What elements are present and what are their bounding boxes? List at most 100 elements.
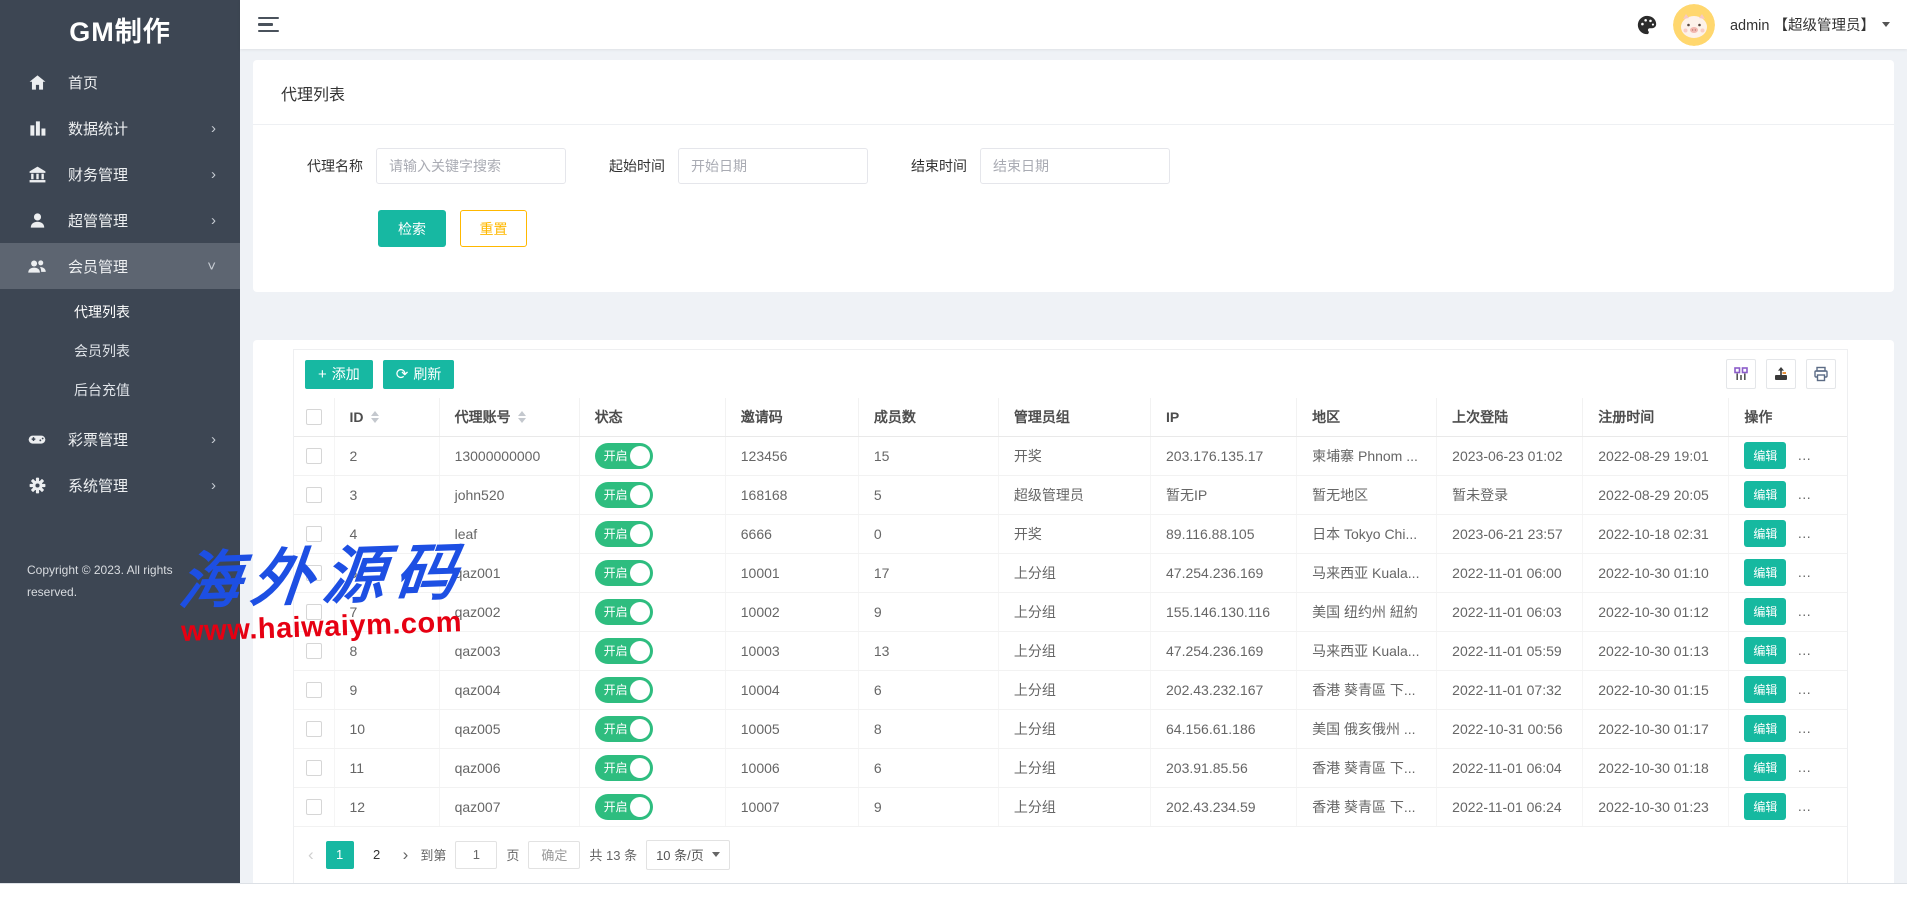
row-checkbox[interactable] [306, 682, 322, 698]
table-row: 4 leaf 开启 6666 0 开奖 89.116.88.105 日本 Tok… [294, 514, 1847, 553]
edit-button[interactable]: 编辑 [1744, 676, 1786, 703]
page-button-2[interactable]: 2 [363, 841, 391, 869]
status-toggle[interactable]: 开启 [595, 443, 653, 469]
delete-button[interactable]: 删除 [1797, 637, 1839, 664]
cell-operations: 编辑 删除 [1729, 436, 1847, 475]
end-date-input[interactable] [980, 148, 1170, 184]
add-button[interactable]: + 添加 [305, 360, 373, 389]
select-all-checkbox[interactable] [306, 409, 322, 425]
status-toggle[interactable]: 开启 [595, 521, 653, 547]
edit-button[interactable]: 编辑 [1744, 754, 1786, 781]
row-checkbox[interactable] [306, 643, 322, 659]
avatar[interactable] [1673, 4, 1715, 46]
page-button-1[interactable]: 1 [326, 841, 354, 869]
row-checkbox[interactable] [306, 799, 322, 815]
edit-button[interactable]: 编辑 [1744, 637, 1786, 664]
cell-last-login: 2022-11-01 05:59 [1437, 631, 1583, 670]
filter-columns-button[interactable] [1726, 359, 1756, 389]
delete-button[interactable]: 删除 [1797, 793, 1839, 820]
row-checkbox[interactable] [306, 721, 322, 737]
sort-icon[interactable] [371, 411, 379, 423]
status-toggle[interactable]: 开启 [595, 560, 653, 586]
goto-page-input[interactable] [455, 841, 497, 869]
cell-ip: 暂无IP [1151, 475, 1297, 514]
status-toggle[interactable]: 开启 [595, 716, 653, 742]
theme-palette-icon[interactable] [1636, 14, 1658, 36]
delete-button[interactable]: 删除 [1797, 598, 1839, 625]
status-toggle[interactable]: 开启 [595, 794, 653, 820]
cell-id: 10 [334, 709, 439, 748]
delete-button[interactable]: 删除 [1797, 559, 1839, 586]
delete-button[interactable]: 删除 [1797, 676, 1839, 703]
edit-button[interactable]: 编辑 [1744, 481, 1786, 508]
row-checkbox[interactable] [306, 448, 322, 464]
cell-area: 马来西亚 Kuala... [1297, 631, 1437, 670]
toggle-knob-icon [630, 446, 650, 466]
cell-area: 香港 葵青區 下... [1297, 670, 1437, 709]
edit-button[interactable]: 编辑 [1744, 793, 1786, 820]
cell-last-login: 2023-06-23 01:02 [1437, 436, 1583, 475]
delete-button[interactable]: 删除 [1797, 481, 1839, 508]
cell-status: 开启 [579, 670, 725, 709]
row-checkbox-cell [294, 670, 334, 709]
cell-operations: 编辑 删除 [1729, 709, 1847, 748]
status-toggle[interactable]: 开启 [595, 755, 653, 781]
chevron-down-icon: ˅ [207, 259, 216, 274]
header-area: 地区 [1297, 398, 1437, 436]
cell-operations: 编辑 删除 [1729, 787, 1847, 826]
refresh-button[interactable]: ⟳ 刷新 [383, 360, 455, 389]
cell-account: qaz002 [439, 592, 579, 631]
next-page-icon[interactable]: › [400, 846, 412, 863]
reset-button[interactable]: 重置 [460, 210, 527, 247]
edit-button[interactable]: 编辑 [1744, 520, 1786, 547]
delete-button[interactable]: 删除 [1797, 442, 1839, 469]
row-checkbox[interactable] [306, 760, 322, 776]
header-members: 成员数 [858, 398, 998, 436]
sidebar-item-members[interactable]: 会员管理 ˅ [0, 243, 240, 289]
status-toggle[interactable]: 开启 [595, 638, 653, 664]
export-button[interactable] [1766, 359, 1796, 389]
row-checkbox[interactable] [306, 526, 322, 542]
cell-status: 开启 [579, 709, 725, 748]
row-checkbox[interactable] [306, 487, 322, 503]
sidebar-item-agent-list[interactable]: 代理列表 [0, 293, 240, 332]
delete-button[interactable]: 删除 [1797, 715, 1839, 742]
sidebar-item-stats[interactable]: 数据统计 › [0, 105, 240, 151]
delete-button[interactable]: 删除 [1797, 520, 1839, 547]
status-toggle[interactable]: 开启 [595, 482, 653, 508]
cell-account: qaz004 [439, 670, 579, 709]
admin-dropdown[interactable]: admin 【超级管理员】 [1730, 14, 1890, 35]
start-date-input[interactable] [678, 148, 868, 184]
print-button[interactable] [1806, 359, 1836, 389]
sidebar-item-member-list[interactable]: 会员列表 [0, 332, 240, 371]
sidebar-item-finance[interactable]: 财务管理 › [0, 151, 240, 197]
delete-button[interactable]: 删除 [1797, 754, 1839, 781]
row-checkbox[interactable] [306, 604, 322, 620]
sidebar-item-label: 系统管理 [68, 475, 128, 496]
sidebar-item-system[interactable]: 系统管理 › [0, 462, 240, 508]
sidebar-item-backend-recharge[interactable]: 后台充值 [0, 371, 240, 410]
sidebar-item-home[interactable]: 首页 [0, 59, 240, 105]
edit-button[interactable]: 编辑 [1744, 442, 1786, 469]
edit-button[interactable]: 编辑 [1744, 715, 1786, 742]
page-size-select[interactable]: 10 条/页 [646, 840, 730, 870]
agent-name-input[interactable] [376, 148, 566, 184]
edit-button[interactable]: 编辑 [1744, 559, 1786, 586]
cell-ip: 155.146.130.116 [1151, 592, 1297, 631]
row-checkbox-cell [294, 592, 334, 631]
chevron-right-icon: › [211, 432, 216, 447]
toggle-knob-icon [630, 524, 650, 544]
status-toggle[interactable]: 开启 [595, 677, 653, 703]
search-button[interactable]: 检索 [378, 210, 446, 247]
cell-invite-code: 10005 [725, 709, 858, 748]
row-checkbox[interactable] [306, 565, 322, 581]
sidebar-item-superadmin[interactable]: 超管管理 › [0, 197, 240, 243]
bank-icon [27, 164, 47, 184]
menu-toggle-icon[interactable] [258, 17, 279, 33]
status-toggle[interactable]: 开启 [595, 599, 653, 625]
prev-page-icon[interactable]: ‹ [305, 846, 317, 863]
edit-button[interactable]: 编辑 [1744, 598, 1786, 625]
sidebar-item-lottery[interactable]: 彩票管理 › [0, 416, 240, 462]
confirm-page-button[interactable]: 确定 [528, 841, 580, 869]
sort-icon[interactable] [518, 411, 526, 423]
